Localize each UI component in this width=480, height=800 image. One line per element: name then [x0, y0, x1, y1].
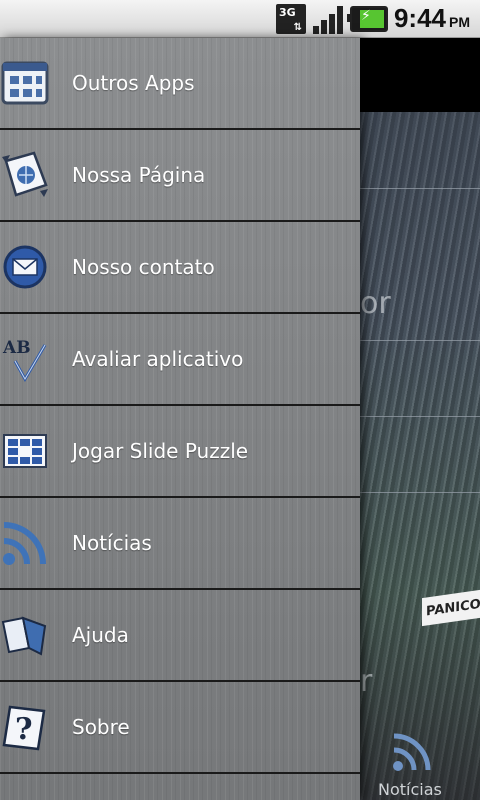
signal-strength-icon: [312, 4, 344, 34]
rss-icon: [0, 518, 50, 568]
puzzle-grid-icon: [0, 426, 50, 476]
menu-item-nossa-pagina[interactable]: Nossa Página: [0, 130, 360, 222]
menu-item-jogar-slide-puzzle[interactable]: Jogar Slide Puzzle: [0, 406, 360, 498]
menu-label: Avaliar aplicativo: [72, 347, 244, 371]
menu-item-nosso-contato[interactable]: Nosso contato: [0, 222, 360, 314]
clock: 9:44 PM: [393, 3, 470, 33]
menu-label: Notícias: [72, 531, 152, 555]
menu-label: Sobre: [72, 715, 130, 739]
battery-charging-icon: ⚡: [346, 5, 388, 32]
menu-item-sobre[interactable]: ? Sobre: [0, 682, 360, 774]
menu-item-avaliar-aplicativo[interactable]: AB Avaliar aplicativo: [0, 314, 360, 406]
network-3g-icon: 3G ⇅: [275, 3, 306, 34]
rss-tab-icon[interactable]: [390, 728, 436, 774]
menu-label: Nossa Página: [72, 163, 206, 187]
menu-label: Outros Apps: [72, 71, 195, 95]
side-menu-drawer: Outros Apps Nossa Página Nosso contato A…: [0, 38, 360, 800]
svg-text:AB: AB: [2, 338, 31, 358]
status-bar: 3G ⇅ ⚡ 9:44 PM: [0, 0, 480, 38]
mail-icon: [0, 242, 50, 292]
menu-label: Ajuda: [72, 623, 129, 647]
app-header: [360, 38, 480, 112]
menu-item-outros-apps[interactable]: Outros Apps: [0, 38, 360, 130]
tab-noticias-label[interactable]: Notícias: [378, 780, 442, 799]
menu-item-ajuda[interactable]: Ajuda: [0, 590, 360, 682]
menu-label: Jogar Slide Puzzle: [72, 439, 249, 463]
globe-page-icon: [0, 150, 50, 200]
rate-check-icon: AB: [0, 334, 50, 384]
menu-label: Nosso contato: [72, 255, 215, 279]
background-app: or PANICO r Notícias: [360, 38, 480, 800]
partial-text-2: r: [360, 664, 373, 699]
apps-grid-icon: [0, 58, 50, 108]
partial-text-1: or: [360, 286, 391, 321]
stadium-photo: [360, 112, 480, 800]
book-icon: [0, 610, 50, 660]
question-icon: ?: [0, 702, 50, 752]
menu-item-noticias[interactable]: Notícias: [0, 498, 360, 590]
svg-text:?: ?: [15, 712, 33, 747]
